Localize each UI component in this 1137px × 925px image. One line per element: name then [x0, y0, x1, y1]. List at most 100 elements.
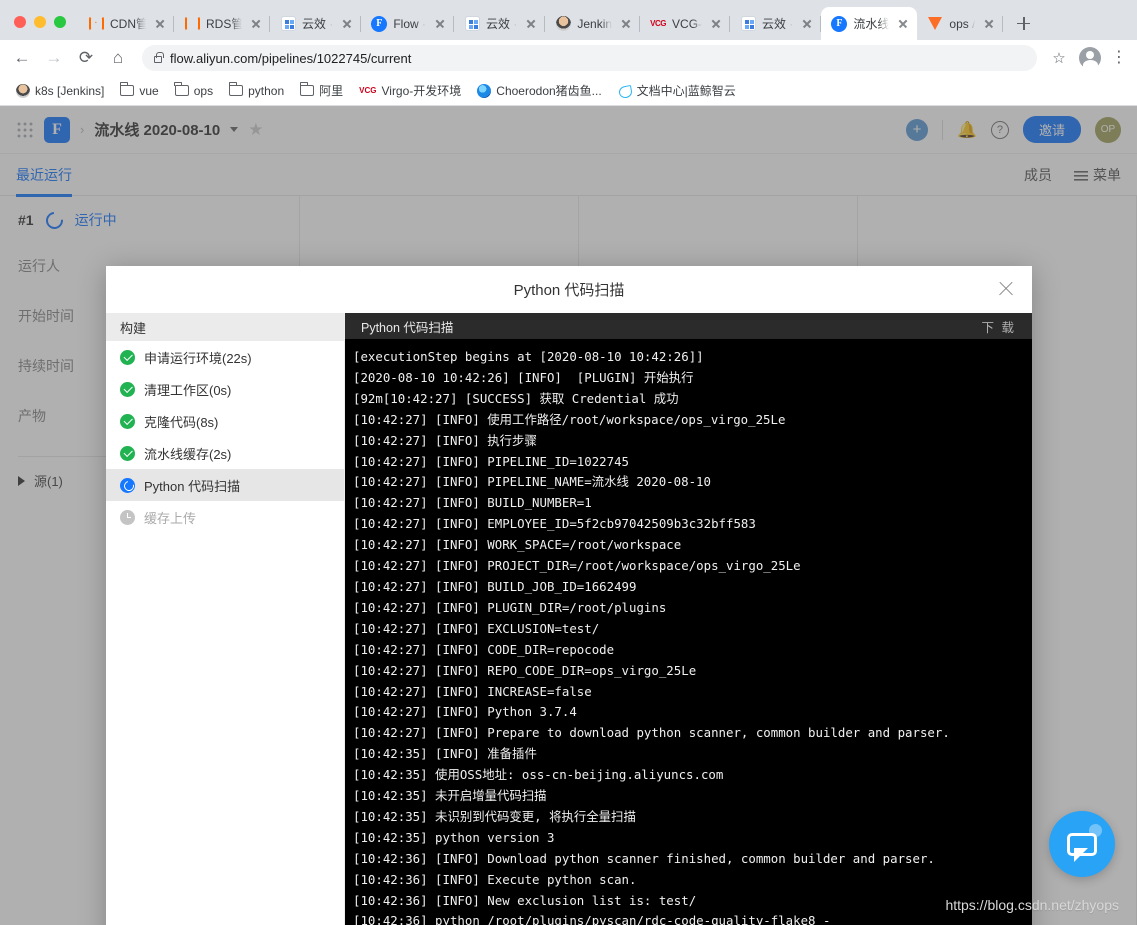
console-log-line: [10:42:27] [INFO] EXCLUSION=test/: [353, 620, 600, 636]
step-label: 清理工作区(0s): [144, 382, 232, 398]
close-tab-icon[interactable]: [248, 16, 264, 32]
console-log-line: [10:42:35] python version 3: [353, 829, 555, 845]
bookmark-ali[interactable]: 阿里: [294, 79, 349, 102]
step-item-cache-upload[interactable]: 缓存上传: [106, 501, 344, 533]
console-log-line: [10:42:27] [INFO] PROJECT_DIR=/root/work…: [353, 558, 801, 574]
console-log-line: [10:42:36] [INFO] Download python scanne…: [353, 850, 935, 866]
bookmark-label: python: [248, 83, 285, 98]
tab-title: RDS管: [206, 16, 242, 31]
tab-strip: CDN管 RDS管 云效 · F Flow · 云效 · Jenkin: [0, 0, 1137, 40]
console-log-line: [10:42:36] [INFO] New exclusion list is:…: [353, 892, 697, 908]
rds-icon: [184, 16, 200, 32]
close-tab-icon[interactable]: [339, 16, 355, 32]
lanjing-icon: [618, 84, 632, 98]
close-tab-icon[interactable]: [708, 16, 724, 32]
download-log-button[interactable]: 下 载: [982, 317, 1016, 336]
console-log-line: [10:42:36] python /root/plugins/pyscan/r…: [353, 913, 831, 925]
reload-button[interactable]: ⟳: [72, 44, 100, 72]
console-log-line: [92m[10:42:27] [SUCCESS] 获取 Credential 成…: [353, 390, 679, 406]
browser-tab-rds[interactable]: RDS管: [174, 7, 270, 40]
step-item-pipeline-cache[interactable]: 流水线缓存(2s): [106, 437, 344, 469]
modal-body: 构建 申请运行环境(22s) 清理工作区(0s) 克隆代码(8s) 流水线缓存(…: [106, 313, 1032, 925]
step-item-python-scan[interactable]: Python 代码扫描: [106, 469, 344, 501]
back-button[interactable]: ←: [8, 44, 36, 72]
tab-title: Jenkin: [577, 16, 613, 31]
profile-avatar-icon[interactable]: [1079, 47, 1101, 70]
folder-icon: [120, 82, 135, 96]
close-tab-icon[interactable]: [618, 16, 634, 32]
bookmark-virgo-dev[interactable]: VCG Virgo-开发环境: [353, 79, 467, 102]
step-label: 申请运行环境(22s): [144, 350, 252, 366]
home-button[interactable]: ⌂: [104, 44, 132, 72]
bookmark-lanjing-docs[interactable]: 文档中心|蓝鲸智云: [612, 79, 742, 102]
browser-tab-yunxiao-1[interactable]: 云效 ·: [270, 7, 362, 40]
tab-title: ops /: [949, 16, 976, 31]
address-bar-url: flow.aliyun.com/pipelines/1022745/curren…: [170, 50, 412, 66]
bookmark-k8s-jenkins[interactable]: k8s [Jenkins]: [10, 81, 110, 101]
console-title: Python 代码扫描: [361, 320, 454, 335]
check-circle-icon: [120, 413, 135, 429]
address-bar[interactable]: flow.aliyun.com/pipelines/1022745/curren…: [142, 45, 1037, 71]
vcg-icon: VCG: [359, 86, 377, 95]
chat-badge-dot: [1089, 824, 1102, 837]
browser-tab-vcg[interactable]: VCG VCG-: [640, 7, 731, 40]
tab-title: 云效 ·: [302, 16, 334, 31]
browser-tab-yunxiao-2[interactable]: 云效 ·: [454, 7, 546, 40]
bookmark-choerodon[interactable]: Choerodon猪齿鱼...: [471, 79, 607, 102]
console-log-output[interactable]: [executionStep begins at [2020-08-10 10:…: [345, 339, 1032, 925]
choerodon-icon: [477, 83, 492, 98]
flow-icon: F: [371, 15, 388, 32]
step-item-clone-code[interactable]: 克隆代码(8s): [106, 405, 344, 437]
check-circle-icon: [120, 445, 135, 461]
step-label: 缓存上传: [144, 510, 197, 526]
chat-support-button[interactable]: [1049, 811, 1115, 877]
console-log-line: [10:42:35] 未识别到代码变更, 将执行全量扫描: [353, 808, 636, 824]
tab-title: CDN管: [110, 16, 146, 31]
step-item-clean-workspace[interactable]: 清理工作区(0s): [106, 373, 344, 405]
browser-tab-pipeline-active[interactable]: F 流水线: [821, 7, 918, 40]
bookmark-vue[interactable]: vue: [114, 81, 164, 101]
close-tab-icon[interactable]: [799, 16, 815, 32]
bookmark-star-icon[interactable]: ☆: [1047, 49, 1071, 67]
browser-tab-cdn[interactable]: CDN管: [78, 7, 174, 40]
bookmark-python[interactable]: python: [223, 81, 290, 101]
browser-tab-jenkins[interactable]: Jenkin: [545, 7, 640, 40]
close-tab-icon[interactable]: [895, 16, 911, 32]
build-steps-header: 构建: [106, 313, 344, 341]
console-log-line: [10:42:27] [INFO] CODE_DIR=repocode: [353, 641, 615, 657]
console-log-line: [10:42:27] [INFO] PLUGIN_DIR=/root/plugi…: [353, 599, 667, 615]
bookmark-label: 阿里: [319, 84, 344, 98]
jenkins-icon: [555, 16, 571, 32]
bookmark-label: Virgo-开发环境: [381, 84, 462, 98]
build-steps-pane: 构建 申请运行环境(22s) 清理工作区(0s) 克隆代码(8s) 流水线缓存(…: [106, 313, 345, 925]
console-toolbar: Python 代码扫描 下 载: [345, 313, 1032, 339]
forward-button[interactable]: →: [40, 44, 68, 72]
yunxiao-icon: [740, 16, 756, 32]
close-icon[interactable]: [996, 279, 1016, 299]
minimize-window-button[interactable]: [34, 16, 46, 28]
close-tab-icon[interactable]: [432, 16, 448, 32]
bookmark-label: 文档中心|蓝鲸智云: [636, 84, 736, 98]
step-label: 流水线缓存(2s): [144, 446, 232, 462]
close-window-button[interactable]: [14, 16, 26, 28]
console-log-line: [10:42:35] [INFO] 准备插件: [353, 746, 537, 762]
close-tab-icon[interactable]: [523, 16, 539, 32]
bookmark-ops[interactable]: ops: [169, 81, 219, 101]
close-tab-icon[interactable]: [981, 16, 997, 32]
console-log-line: [10:42:27] [INFO] WORK_SPACE=/root/works…: [353, 537, 682, 553]
step-item-apply-env[interactable]: 申请运行环境(22s): [106, 341, 344, 373]
maximize-window-button[interactable]: [54, 16, 66, 28]
new-tab-button[interactable]: [1009, 9, 1037, 37]
chrome-menu-icon[interactable]: ⋮: [1109, 50, 1129, 66]
lock-icon: [154, 52, 164, 63]
bookmark-label: vue: [139, 83, 159, 98]
gitlab-icon: [927, 16, 943, 32]
tab-title: 流水线: [853, 16, 890, 31]
console-log-line: [10:42:27] [INFO] PIPELINE_NAME=流水线 2020…: [353, 474, 711, 490]
browser-tab-flow[interactable]: F Flow ·: [361, 7, 454, 40]
browser-tab-gitlab-ops[interactable]: ops /: [917, 7, 1004, 40]
browser-tab-yunxiao-3[interactable]: 云效 ·: [730, 7, 822, 40]
tab-title: 云效 ·: [486, 16, 518, 31]
step-label: Python 代码扫描: [144, 478, 241, 494]
close-tab-icon[interactable]: [152, 16, 168, 32]
